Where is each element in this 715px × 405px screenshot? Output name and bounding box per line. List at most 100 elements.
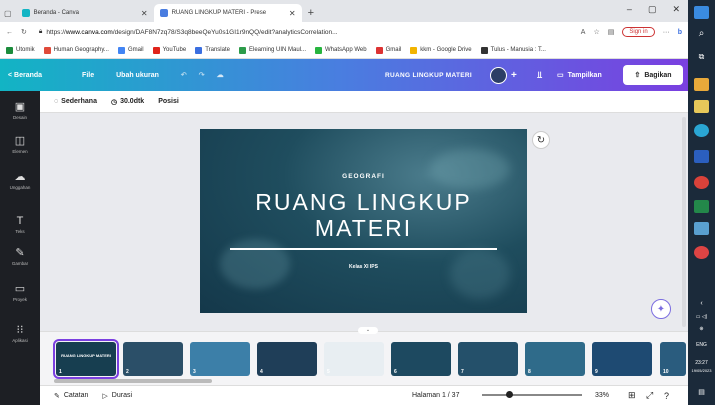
position-button[interactable]: Posisi <box>158 98 179 105</box>
rail-item-desain[interactable]: ▣ Desain <box>0 101 40 120</box>
insights-chart-icon[interactable]: ⫫ <box>537 70 542 81</box>
help-icon[interactable]: ? <box>664 391 669 401</box>
slide-kicker[interactable]: GEOGRAFI <box>200 173 527 180</box>
language-indicator[interactable]: ENG <box>688 342 715 348</box>
slide-title-line1[interactable]: RUANG LINGKUP <box>200 189 527 216</box>
vertical-scrollbar[interactable] <box>682 117 686 327</box>
filmstrip-scrollbar[interactable] <box>54 379 212 383</box>
edge-icon[interactable] <box>694 124 709 137</box>
new-tab-button[interactable]: + <box>308 4 314 22</box>
bookmark-item[interactable]: YouTube <box>152 46 186 54</box>
maximize-button[interactable]: ▢ <box>648 4 657 15</box>
magic-assistant-icon[interactable]: ✦ <box>651 299 671 319</box>
cloud-saved-icon[interactable]: ☁ <box>217 71 224 79</box>
bookmark-item[interactable]: Translate <box>195 46 230 54</box>
rail-item-aplikasi[interactable]: ⁝⁝ Aplikasi <box>0 324 40 343</box>
page-thumbnail[interactable]: 10 <box>660 342 686 376</box>
zoom-slider-track[interactable] <box>482 394 582 396</box>
rail-item-teks[interactable]: T Teks <box>0 215 40 234</box>
bookmark-item[interactable]: Tulus - Manusia : T... <box>480 46 546 54</box>
collapse-pages-icon[interactable]: ⌄ <box>358 327 378 334</box>
page-thumbnail[interactable]: 2 <box>123 342 183 376</box>
bookmark-item[interactable]: kkm - Google Drive <box>410 46 472 54</box>
page-thumbnail[interactable]: 8 <box>525 342 585 376</box>
file-menu[interactable]: File <box>82 72 94 79</box>
page-thumbnail[interactable]: 9 <box>592 342 652 376</box>
page-thumbnail[interactable]: RUANG LINGKUP MATERI 1 <box>53 339 119 379</box>
redo-icon[interactable]: ↷ <box>199 71 205 79</box>
bookmark-item[interactable]: Gmail <box>375 46 401 54</box>
rail-item-elemen[interactable]: ◫ Elemen <box>0 135 40 154</box>
close-tab-icon[interactable]: ✕ <box>289 9 296 18</box>
page-thumbnail[interactable]: 5 <box>324 342 384 376</box>
share-button[interactable]: ⇧ Bagikan <box>623 65 683 85</box>
excel-icon[interactable] <box>694 200 709 213</box>
app-icon[interactable] <box>694 222 709 235</box>
current-slide[interactable]: GEOGRAFI RUANG LINGKUP MATERI Kelas XI I… <box>200 129 527 313</box>
back-home-button[interactable]: < Beranda <box>8 72 42 79</box>
zoom-slider-knob[interactable] <box>506 391 513 398</box>
tray-chevron-icon[interactable]: ‹ <box>688 300 715 307</box>
read-aloud-icon[interactable]: A <box>581 29 586 36</box>
bookmark-item[interactable]: Elearning UIN Maul... <box>238 46 306 54</box>
slide-divider[interactable] <box>230 248 497 250</box>
tab-ruang-lingkup[interactable]: RUANG LINGKUP MATERI - Prese ✕ <box>153 4 302 22</box>
page-indicator[interactable]: Halaman 1 / 37 <box>412 392 459 399</box>
close-window-button[interactable]: ✕ <box>672 4 680 15</box>
back-icon[interactable]: ← <box>6 29 13 36</box>
refresh-icon[interactable]: ↻ <box>532 131 550 149</box>
notifications-icon[interactable]: ▤ <box>688 388 715 396</box>
user-avatar[interactable] <box>490 66 507 84</box>
bookmark-item[interactable]: WhatsApp Web <box>315 46 367 54</box>
tab-beranda-canva[interactable]: Beranda - Canva ✕ <box>16 4 154 22</box>
tab-actions-icon[interactable]: ▢ <box>4 4 12 22</box>
start-icon[interactable] <box>694 6 709 19</box>
slide-subtitle[interactable]: Kelas XI IPS <box>200 264 527 270</box>
lock-icon: 🔒︎ <box>38 28 43 35</box>
task-view-icon[interactable]: ⧉ <box>694 52 709 65</box>
window-controls: – ▢ ✕ <box>627 4 680 15</box>
grid-view-icon[interactable]: ⊞ <box>628 390 636 401</box>
rail-item-unggahan[interactable]: ☁ Unggahan <box>0 171 40 190</box>
bing-icon[interactable]: b <box>678 29 682 36</box>
search-icon[interactable]: ⌕ <box>694 28 709 41</box>
page-thumbnail[interactable]: 7 <box>458 342 518 376</box>
close-tab-icon[interactable]: ✕ <box>141 9 148 18</box>
more-menu-icon[interactable]: ··· <box>663 29 670 36</box>
rail-item-proyek[interactable]: ▭ Proyek <box>0 283 40 302</box>
page-thumbnail[interactable]: 3 <box>190 342 250 376</box>
address-bar[interactable]: 🔒︎ https://www.canva.com/design/DAF8N7zq… <box>35 25 573 40</box>
timing-button[interactable]: ◷ 30.0dtk <box>111 98 144 106</box>
resize-button[interactable]: Ubah ukuran <box>116 72 159 79</box>
undo-icon[interactable]: ↶ <box>181 71 187 79</box>
explorer-icon[interactable] <box>694 78 709 91</box>
bookmark-item[interactable]: Human Geography... <box>43 46 109 54</box>
add-collaborator-icon[interactable]: + <box>511 70 517 81</box>
notes-button[interactable]: ✎ Catatan <box>54 392 88 400</box>
chrome-icon[interactable] <box>694 176 709 189</box>
favorites-star-icon[interactable]: ☆ <box>593 28 599 36</box>
page-thumbnail[interactable]: 6 <box>391 342 451 376</box>
collections-icon[interactable]: ▤ <box>608 28 615 36</box>
clock-date[interactable]: 19/05/2023 <box>688 368 715 373</box>
word-icon[interactable] <box>694 150 709 163</box>
page-thumbnail[interactable]: 4 <box>257 342 317 376</box>
document-title[interactable]: RUANG LINGKUP MATERI <box>385 72 472 79</box>
duration-button[interactable]: ▷ Durasi <box>102 392 132 400</box>
reload-icon[interactable]: ↻ <box>21 28 27 36</box>
clock-time[interactable]: 23:27 <box>688 360 715 366</box>
slide-title-line2[interactable]: MATERI <box>200 215 527 242</box>
photos-icon[interactable] <box>694 246 709 259</box>
sign-in-button[interactable]: Sign in <box>622 27 655 37</box>
minimize-button[interactable]: – <box>627 4 632 15</box>
fullscreen-icon[interactable]: ⤢ <box>646 390 653 401</box>
present-button[interactable]: ▭ Tampilkan <box>557 71 602 80</box>
bookmark-item[interactable]: Gmail <box>117 46 144 54</box>
zoom-value[interactable]: 33% <box>595 392 609 399</box>
animation-button[interactable]: ◌ Sederhana <box>54 98 97 105</box>
files-icon[interactable] <box>694 100 709 113</box>
network-icon[interactable]: ⊕ <box>688 326 715 332</box>
battery-volume-icon[interactable]: ▭ ◁) <box>688 314 715 320</box>
rail-item-gambar[interactable]: ✎ Gambar <box>0 247 40 266</box>
bookmark-item[interactable]: Utomik <box>6 46 35 54</box>
